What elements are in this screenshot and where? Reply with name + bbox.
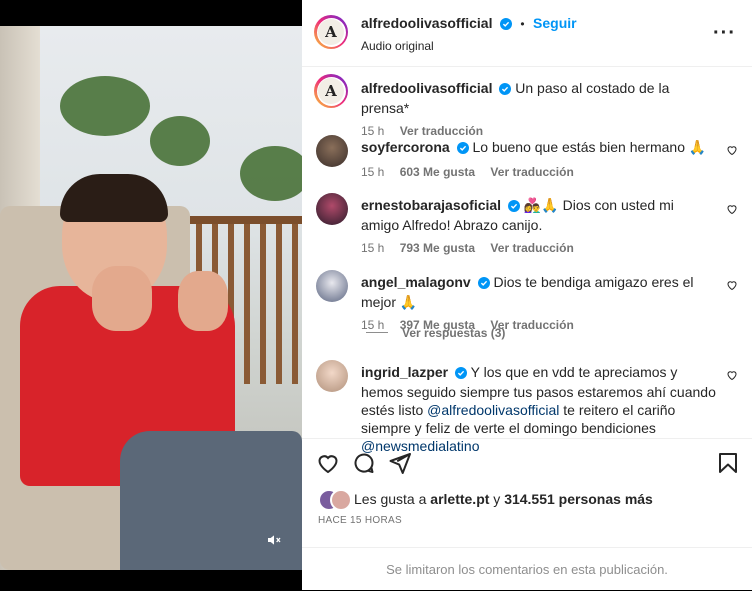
post-media: [0, 0, 302, 590]
author-avatar[interactable]: A: [314, 15, 348, 49]
commenter-avatar[interactable]: [316, 360, 348, 392]
separator-dot: •: [520, 17, 525, 31]
reel-video[interactable]: [0, 26, 302, 570]
verified-badge-icon: [499, 81, 512, 99]
mention-link[interactable]: @alfredoolivasofficial: [427, 402, 559, 418]
caption-username[interactable]: alfredoolivasofficial: [361, 80, 492, 96]
author-username[interactable]: alfredoolivasofficial: [361, 15, 492, 31]
comment-meta: 15 h 793 Me gusta Ver traducción: [361, 239, 711, 257]
comment-body: ernestobarajasoficial 👩‍❤️‍👨🙏 Dios con u…: [361, 196, 711, 257]
verified-badge-icon: [455, 365, 468, 383]
video-hair: [60, 174, 168, 222]
comment-translate[interactable]: Ver traducción: [490, 241, 573, 255]
like-comment-heart-icon[interactable]: [726, 279, 738, 291]
likes-summary: Les gusta a arlette.pt y 314.551 persona…: [318, 489, 653, 511]
comment-username[interactable]: angel_malagonv: [361, 274, 471, 290]
replies-line: [366, 332, 388, 333]
likes-count[interactable]: 314.551 personas más: [504, 491, 653, 507]
like-heart-icon[interactable]: [316, 451, 340, 475]
commenter-avatar[interactable]: [316, 270, 348, 302]
video-palm: [60, 76, 150, 136]
comment-translate[interactable]: Ver traducción: [490, 165, 573, 179]
see-translation-link[interactable]: Ver traducción: [400, 124, 483, 138]
like-comment-heart-icon[interactable]: [726, 144, 738, 156]
comment-likes[interactable]: 793 Me gusta: [400, 241, 475, 255]
liker-avatars: [318, 489, 352, 511]
verified-badge-icon: [499, 17, 512, 35]
comment-bubble-icon[interactable]: [352, 451, 376, 475]
caption-avatar[interactable]: A: [314, 74, 348, 108]
like-comment-heart-icon[interactable]: [726, 203, 738, 215]
comment-time[interactable]: 15 h: [361, 165, 384, 179]
video-fist: [178, 271, 228, 331]
commenter-avatar[interactable]: [316, 193, 348, 225]
commenter-avatar[interactable]: [316, 135, 348, 167]
likes-prefix: Les gusta a: [354, 491, 427, 507]
caption-time[interactable]: 15 h: [361, 124, 384, 138]
post-header: A alfredoolivasofficial • Seguir Audio o…: [302, 0, 752, 67]
save-bookmark-icon[interactable]: [716, 451, 740, 475]
view-replies-label: Ver respuestas (3): [402, 326, 506, 340]
post-panel: A alfredoolivasofficial • Seguir Audio o…: [302, 0, 752, 590]
audio-label[interactable]: Audio original: [361, 39, 577, 53]
post-actions: Les gusta a arlette.pt y 314.551 persona…: [302, 438, 752, 549]
video-palm: [240, 146, 302, 201]
comment-username[interactable]: ernestobarajasoficial: [361, 197, 501, 213]
post-timestamp[interactable]: HACE 15 HORAS: [318, 515, 402, 526]
video-fist: [92, 266, 152, 331]
comment-username[interactable]: ingrid_lazper: [361, 364, 448, 380]
video-palm: [150, 116, 210, 166]
comments-limited-notice: Se limitaron los comentarios en esta pub…: [302, 547, 752, 591]
follow-button[interactable]: Seguir: [533, 15, 577, 31]
comment-likes[interactable]: 603 Me gusta: [400, 165, 475, 179]
liker-username[interactable]: arlette.pt: [430, 491, 489, 507]
comment-username[interactable]: soyfercorona: [361, 139, 450, 155]
verified-badge-icon: [507, 198, 520, 216]
liker-avatar: [330, 489, 352, 511]
author-logo: A: [318, 19, 344, 45]
muted-icon[interactable]: [262, 528, 286, 552]
comment-body: soyfercorona Lo bueno que estás bien her…: [361, 138, 711, 181]
author-info: alfredoolivasofficial • Seguir Audio ori…: [361, 15, 577, 53]
likes-conjunction: y: [493, 491, 501, 507]
caption-logo: A: [318, 78, 344, 104]
verified-badge-icon: [477, 275, 490, 293]
comment-time[interactable]: 15 h: [361, 241, 384, 255]
like-comment-heart-icon[interactable]: [726, 369, 738, 381]
verified-badge-icon: [456, 140, 469, 158]
comment-text: Lo bueno que estás bien hermano 🙏: [472, 139, 707, 155]
caption-body: alfredoolivasofficial Un paso al costado…: [361, 79, 711, 140]
more-options-icon[interactable]: ···: [713, 22, 736, 45]
comment-body: angel_malagonv Dios te bendiga amigazo e…: [361, 273, 711, 334]
view-replies-button[interactable]: Ver respuestas (3): [366, 326, 505, 340]
share-paper-plane-icon[interactable]: [388, 451, 412, 475]
comment-meta: 15 h 603 Me gusta Ver traducción: [361, 163, 711, 181]
